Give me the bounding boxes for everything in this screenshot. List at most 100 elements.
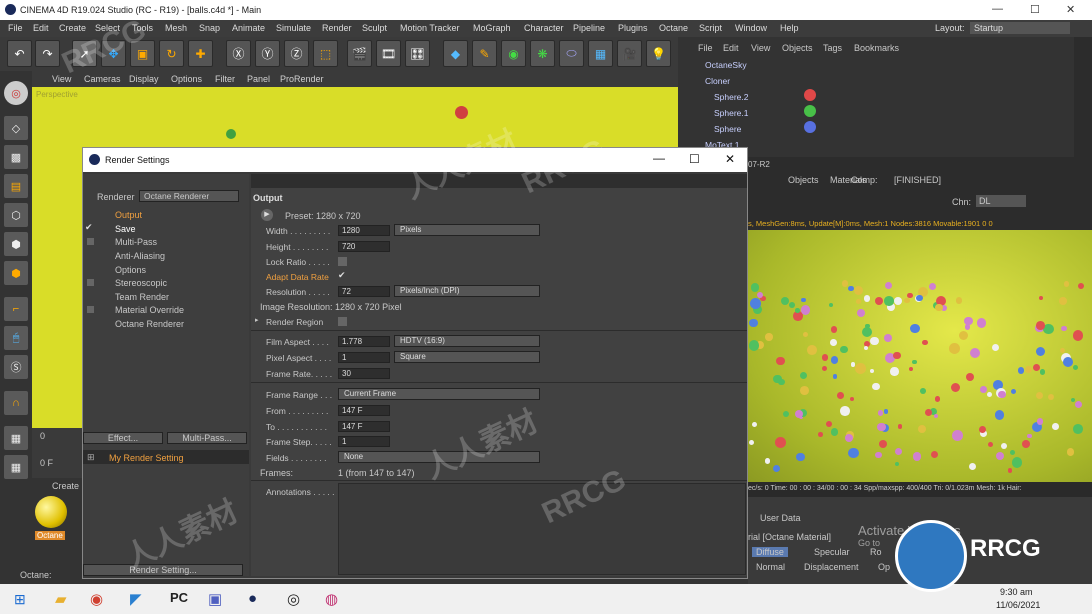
object-sphere[interactable]: Sphere: [714, 124, 741, 139]
dialog-close-button[interactable]: ✕: [725, 152, 735, 166]
edges-mode-icon[interactable]: ⬢: [4, 232, 28, 256]
minimize-button[interactable]: —: [992, 3, 1003, 15]
stereoscopic-checkbox[interactable]: [87, 279, 94, 286]
lock-ratio-checkbox[interactable]: [338, 257, 347, 266]
attr-tab-op[interactable]: Op: [878, 562, 890, 572]
menu-tools[interactable]: Tools: [132, 23, 153, 33]
move-tool-icon[interactable]: ✥: [101, 40, 126, 67]
coordinate-system-icon[interactable]: ⬚: [313, 40, 338, 67]
live-tab-objects[interactable]: Objects: [788, 175, 819, 185]
obs-icon[interactable]: ◎: [287, 590, 300, 608]
viewport-menu-filter[interactable]: Filter: [215, 74, 235, 84]
menu-octane[interactable]: Octane: [659, 23, 688, 33]
render-setting-name[interactable]: My Render Setting: [109, 453, 184, 463]
object-sphere1[interactable]: Sphere.1: [714, 108, 749, 123]
redo-icon[interactable]: ↷: [35, 40, 60, 67]
objects-menu-objects[interactable]: Objects: [782, 43, 813, 53]
deformer-icon[interactable]: ⬭: [559, 40, 584, 67]
preset-play-icon[interactable]: ▶: [261, 209, 273, 221]
width-unit-dropdown[interactable]: Pixels: [394, 224, 540, 236]
menu-sculpt[interactable]: Sculpt: [362, 23, 387, 33]
multipass-button[interactable]: Multi-Pass...: [167, 432, 247, 444]
sidebar-item-output[interactable]: Output: [115, 210, 142, 220]
menu-create[interactable]: Create: [59, 23, 86, 33]
render-preview[interactable]: [748, 230, 1092, 482]
render-region-checkbox[interactable]: [338, 317, 347, 326]
y-axis-icon[interactable]: Ⓨ: [255, 40, 280, 67]
objects-menu-bookmarks[interactable]: Bookmarks: [854, 43, 899, 53]
camera-icon[interactable]: 🎥: [617, 40, 642, 67]
vscode-icon[interactable]: ◤: [130, 590, 142, 608]
windows-start-icon[interactable]: ⊞: [14, 591, 26, 608]
sidebar-item-stereoscopic[interactable]: Stereoscopic: [115, 278, 167, 288]
multipass-checkbox[interactable]: [87, 238, 94, 245]
menu-motion-tracker[interactable]: Motion Tracker: [400, 23, 460, 33]
resolution-unit-dropdown[interactable]: Pixels/Inch (DPI): [394, 285, 540, 297]
live-tab-comp[interactable]: Comp:: [851, 175, 878, 185]
file-explorer-icon[interactable]: ▰: [55, 590, 67, 608]
from-field[interactable]: 147 F: [338, 405, 390, 416]
lock-workplane-icon[interactable]: ▦: [4, 455, 28, 479]
render-settings-icon[interactable]: 🎛: [405, 40, 430, 67]
undo-icon[interactable]: ↶: [7, 40, 32, 67]
fields-dropdown[interactable]: None: [338, 451, 540, 463]
pixel-aspect-field[interactable]: 1: [338, 352, 390, 363]
close-button[interactable]: ✕: [1066, 3, 1075, 16]
film-aspect-dropdown[interactable]: HDTV (16:9): [394, 335, 540, 347]
attr-tab-normal[interactable]: Normal: [756, 562, 785, 572]
pycharm-icon[interactable]: PC: [170, 590, 188, 605]
pixel-aspect-dropdown[interactable]: Square: [394, 351, 540, 363]
menu-file[interactable]: File: [8, 23, 23, 33]
viewport-menu-options[interactable]: Options: [171, 74, 202, 84]
objects-menu-file[interactable]: File: [698, 43, 713, 53]
attr-tab-displacement[interactable]: Displacement: [804, 562, 859, 572]
select-tool-icon[interactable]: ➚: [72, 40, 97, 67]
cinema4d-taskbar-icon[interactable]: ●: [248, 590, 257, 607]
material-create-menu[interactable]: Create: [52, 481, 79, 491]
menu-window[interactable]: Window: [735, 23, 767, 33]
width-field[interactable]: 1280: [338, 225, 390, 236]
octane-material-label[interactable]: Octane: [35, 531, 65, 540]
sidebar-item-antialiasing[interactable]: Anti-Aliasing: [115, 251, 165, 261]
height-field[interactable]: 720: [338, 241, 390, 252]
objects-menu-tags[interactable]: Tags: [823, 43, 842, 53]
chn-dropdown[interactable]: DL: [976, 195, 1026, 207]
tweak-mode-icon[interactable]: 🖱: [4, 326, 28, 350]
render-setting-expand-icon[interactable]: ⊞: [87, 452, 95, 463]
grid-icon[interactable]: ▦: [4, 426, 28, 450]
viewport-menu-panel[interactable]: Panel: [247, 74, 270, 84]
adapt-data-rate-check-icon[interactable]: ✔: [338, 270, 346, 281]
viewport-menu-view[interactable]: View: [52, 74, 71, 84]
viewport-menu-display[interactable]: Display: [129, 74, 159, 84]
objects-menu-view[interactable]: View: [751, 43, 770, 53]
texture-mode-icon[interactable]: ▩: [4, 145, 28, 169]
magnet-icon[interactable]: ∩: [4, 391, 28, 415]
cube-icon[interactable]: ◆: [443, 40, 468, 67]
menu-mograph[interactable]: MoGraph: [473, 23, 511, 33]
attr-tab-diffuse[interactable]: Diffuse: [752, 547, 788, 557]
menu-render[interactable]: Render: [322, 23, 352, 33]
workplane-icon[interactable]: ▤: [4, 174, 28, 198]
dialog-maximize-button[interactable]: ☐: [689, 152, 700, 166]
render-picture-viewer-icon[interactable]: 🎞: [376, 40, 401, 67]
menu-simulate[interactable]: Simulate: [276, 23, 311, 33]
sidebar-item-octane-renderer[interactable]: Octane Renderer: [115, 319, 184, 329]
effect-button[interactable]: Effect...: [83, 432, 163, 444]
points-mode-icon[interactable]: ⬡: [4, 203, 28, 227]
menu-animate[interactable]: Animate: [232, 23, 265, 33]
menu-select[interactable]: Select: [95, 23, 120, 33]
chrome-icon[interactable]: ◉: [90, 590, 103, 608]
material-tag-green[interactable]: [804, 105, 816, 117]
render-view-icon[interactable]: 🎬: [347, 40, 372, 67]
frame-step-field[interactable]: 1: [338, 436, 390, 447]
material-tag-red[interactable]: [804, 89, 816, 101]
octane-material-ball[interactable]: [35, 496, 67, 528]
viewport-menu-prorender[interactable]: ProRender: [280, 74, 324, 84]
layout-dropdown[interactable]: Startup: [970, 22, 1070, 34]
menu-edit[interactable]: Edit: [33, 23, 49, 33]
subdivision-icon[interactable]: ◉: [501, 40, 526, 67]
menu-pipeline[interactable]: Pipeline: [573, 23, 605, 33]
frame-rate-field[interactable]: 30: [338, 368, 390, 379]
menu-mesh[interactable]: Mesh: [165, 23, 187, 33]
recent-tool-icon[interactable]: ✚: [188, 40, 213, 67]
